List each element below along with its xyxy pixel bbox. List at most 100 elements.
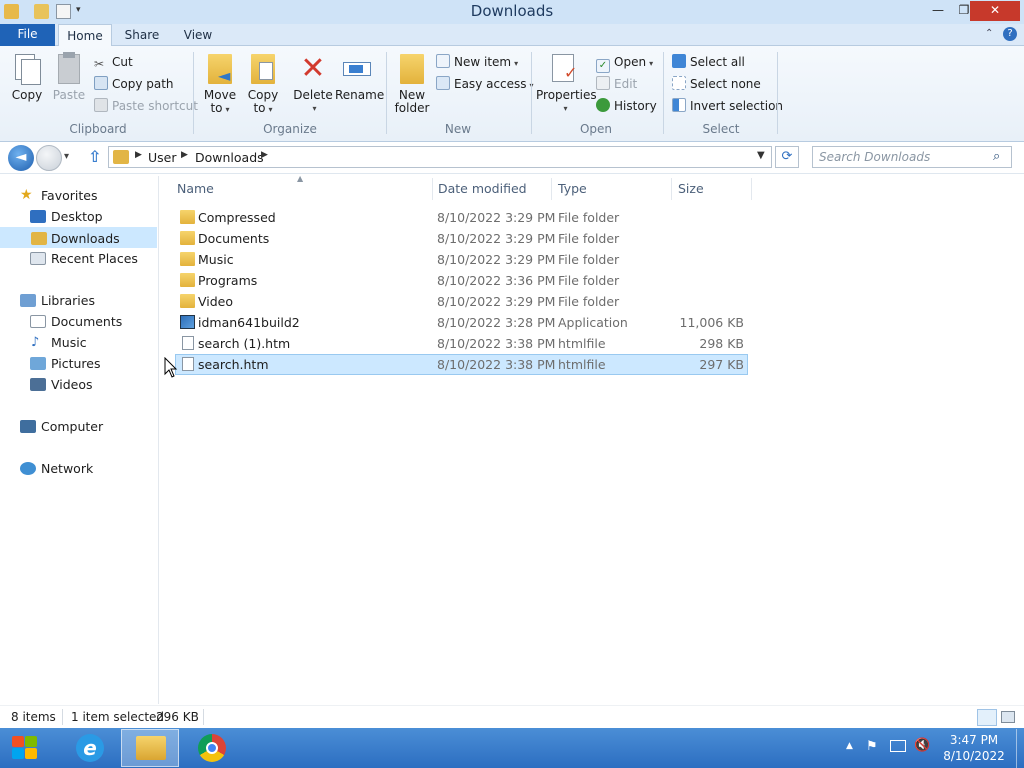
column-header-date[interactable]: Date modified [438, 181, 527, 196]
address-bar[interactable]: ▶ User ▶ Downloads ▶ ▼ [108, 146, 772, 168]
paste-button[interactable]: Paste [50, 52, 88, 102]
tab-share[interactable]: Share [117, 24, 167, 46]
copy-path-button[interactable]: Copy path [94, 74, 174, 94]
invert-selection-button[interactable]: Invert selection [672, 96, 783, 116]
copy-to-button[interactable]: Copy to ▾ [243, 52, 283, 116]
file-date: 8/10/2022 3:38 PM [437, 357, 556, 372]
copy-path-icon [94, 76, 108, 90]
recent-locations-chevron-icon[interactable]: ▾ [64, 151, 69, 162]
details-view-icon[interactable] [977, 709, 997, 726]
file-row-documents[interactable]: Documents 8/10/2022 3:29 PM File folder [175, 228, 748, 249]
address-dropdown-icon[interactable]: ▼ [757, 150, 765, 161]
nav-recent-places[interactable]: Recent Places [0, 248, 157, 269]
column-header-name[interactable]: Name [177, 181, 214, 196]
network-tray-icon[interactable] [890, 740, 906, 752]
nav-downloads-label: Downloads [51, 231, 120, 246]
file-row-music[interactable]: Music 8/10/2022 3:29 PM File folder [175, 249, 748, 270]
libraries-icon [20, 294, 36, 307]
search-icon[interactable]: ⌕ [993, 149, 1000, 164]
close-button[interactable]: ✕ [970, 1, 1020, 21]
select-none-button[interactable]: Select none [672, 74, 761, 94]
column-divider[interactable] [432, 178, 433, 200]
file-row-video[interactable]: Video 8/10/2022 3:29 PM File folder [175, 291, 748, 312]
tab-file[interactable]: File [0, 24, 55, 46]
paste-shortcut-label: Paste shortcut [112, 99, 198, 113]
folder-icon [180, 252, 195, 266]
refresh-icon[interactable]: ⟳ [775, 146, 799, 168]
file-row-programs[interactable]: Programs 8/10/2022 3:36 PM File folder [175, 270, 748, 291]
file-row-search-1[interactable]: search (1).htm 8/10/2022 3:38 PM htmlfil… [175, 333, 748, 354]
cut-button[interactable]: ✂ Cut [94, 52, 133, 72]
large-icons-view-icon[interactable] [1001, 711, 1015, 723]
copy-path-label: Copy path [112, 77, 174, 91]
forward-arrow-icon[interactable] [36, 145, 62, 171]
select-all-icon [672, 54, 686, 68]
clock[interactable]: 3:47 PM 8/10/2022 [940, 733, 1008, 763]
breadcrumb-chevron-icon[interactable]: ▶ [135, 150, 142, 160]
breadcrumb-downloads[interactable]: Downloads [195, 150, 264, 165]
action-center-flag-icon[interactable]: ⚑ [866, 739, 878, 754]
properties-button[interactable]: ✓ Properties ▾ [536, 52, 597, 115]
copy-button[interactable]: Copy [6, 52, 48, 102]
invert-selection-label: Invert selection [690, 99, 784, 113]
paste-shortcut-button[interactable]: Paste shortcut [94, 96, 198, 116]
group-label-organize: Organize [263, 122, 317, 136]
file-row-compressed[interactable]: Compressed 8/10/2022 3:29 PM File folder [175, 207, 748, 228]
internet-explorer-taskbar-button[interactable]: e [61, 729, 119, 767]
file-name: search.htm [198, 357, 269, 372]
show-hidden-icons-icon[interactable]: ▲ [846, 741, 853, 751]
move-to-button[interactable]: ◄ Move to ▾ [200, 52, 240, 116]
nav-documents[interactable]: Documents [0, 311, 157, 332]
search-input[interactable]: Search Downloads [819, 150, 930, 164]
file-explorer-taskbar-button[interactable] [121, 729, 179, 767]
recent-places-icon [30, 252, 46, 265]
nav-computer-label: Computer [41, 419, 104, 434]
tab-view[interactable]: View [175, 24, 221, 46]
new-folder-button[interactable]: New folder [392, 52, 432, 115]
breadcrumb-chevron-icon[interactable]: ▶ [181, 150, 188, 160]
pictures-icon [30, 357, 46, 370]
open-button[interactable]: ✓ Open ▾ [596, 52, 653, 73]
column-header-size[interactable]: Size [678, 181, 704, 196]
back-arrow-icon[interactable]: ◄ [8, 145, 34, 171]
file-type: File folder [558, 294, 620, 309]
start-button[interactable] [10, 734, 40, 762]
column-divider[interactable] [751, 178, 752, 200]
help-icon[interactable]: ? [1003, 27, 1017, 41]
minimize-button[interactable]: — [925, 1, 951, 21]
nav-downloads[interactable]: Downloads [0, 227, 157, 248]
nav-network[interactable]: Network [0, 458, 157, 479]
chrome-taskbar-button[interactable] [184, 729, 242, 767]
search-box[interactable]: Search Downloads ⌕ [812, 146, 1012, 168]
nav-music[interactable]: ♪ Music [0, 332, 157, 353]
tab-home[interactable]: Home [58, 24, 112, 47]
file-date: 8/10/2022 3:38 PM [437, 336, 556, 351]
select-all-button[interactable]: Select all [672, 52, 745, 72]
file-row-search[interactable]: search.htm 8/10/2022 3:38 PM htmlfile 29… [175, 354, 748, 375]
nav-libraries[interactable]: Libraries [0, 290, 157, 311]
nav-favorites[interactable]: ★ Favorites [0, 185, 157, 206]
breadcrumb-chevron-icon[interactable]: ▶ [261, 150, 268, 160]
edit-button[interactable]: Edit [596, 74, 637, 94]
minimize-ribbon-icon[interactable]: ⌃ [985, 28, 993, 39]
easy-access-button[interactable]: Easy access▾ [436, 74, 534, 94]
volume-muted-icon[interactable]: 🔇 [914, 738, 930, 753]
up-arrow-icon[interactable]: ⇧ [88, 147, 101, 166]
history-button[interactable]: History [596, 96, 657, 116]
nav-desktop[interactable]: Desktop [0, 206, 157, 227]
status-divider [62, 709, 63, 725]
rename-icon [341, 52, 373, 86]
new-item-button[interactable]: New item ▾ [436, 52, 518, 72]
file-row-idman[interactable]: idman641build2 8/10/2022 3:28 PM Applica… [175, 312, 748, 333]
breadcrumb-user[interactable]: User [148, 150, 177, 165]
nav-computer[interactable]: Computer [0, 416, 157, 437]
nav-videos[interactable]: Videos [0, 374, 157, 395]
nav-pictures[interactable]: Pictures [0, 353, 157, 374]
column-divider[interactable] [671, 178, 672, 200]
show-desktop-button[interactable] [1016, 729, 1024, 768]
rename-button[interactable]: Rename [335, 52, 384, 102]
column-divider[interactable] [551, 178, 552, 200]
delete-button[interactable]: ✕ Delete ▾ [292, 52, 334, 115]
column-header-type[interactable]: Type [558, 181, 587, 196]
file-date: 8/10/2022 3:36 PM [437, 273, 556, 288]
